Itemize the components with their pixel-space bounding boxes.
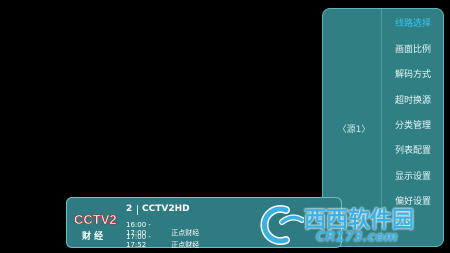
menu-item-list-config[interactable]: 列表配置 — [384, 144, 442, 158]
watermark: 西西软件园 CR173.com — [252, 200, 448, 250]
epg-row: 17:00 - 17:52 正点财经 — [126, 233, 199, 250]
menu-item-display-settings[interactable]: 显示设置 — [384, 170, 442, 184]
channel-name: CCTV2HD — [142, 204, 190, 214]
source-selector[interactable]: 〈源1〉 — [336, 122, 372, 135]
epg-title: 正点财经 — [171, 241, 200, 249]
svg-text:CCTV2: CCTV2 — [74, 212, 117, 227]
svg-text:财 经: 财 经 — [81, 230, 103, 242]
channel-separator — [137, 205, 138, 215]
menu-item-line-select[interactable]: 线路选择 — [384, 17, 442, 31]
menu-item-decode-mode[interactable]: 解码方式 — [384, 68, 442, 82]
watermark-site: CR173.com — [316, 230, 398, 245]
watermark-logo-icon — [260, 205, 304, 245]
channel-number: 2 — [126, 204, 133, 214]
epg-time: 17:00 - 17:52 — [126, 233, 151, 249]
menu-item-category-manage[interactable]: 分类管理 — [384, 119, 442, 133]
menu-item-aspect-ratio[interactable]: 画面比例 — [384, 43, 442, 57]
menu-item-timeout-switch[interactable]: 超时换源 — [384, 94, 442, 108]
cctv2-logo: CCTV2 财 经 — [74, 212, 117, 242]
